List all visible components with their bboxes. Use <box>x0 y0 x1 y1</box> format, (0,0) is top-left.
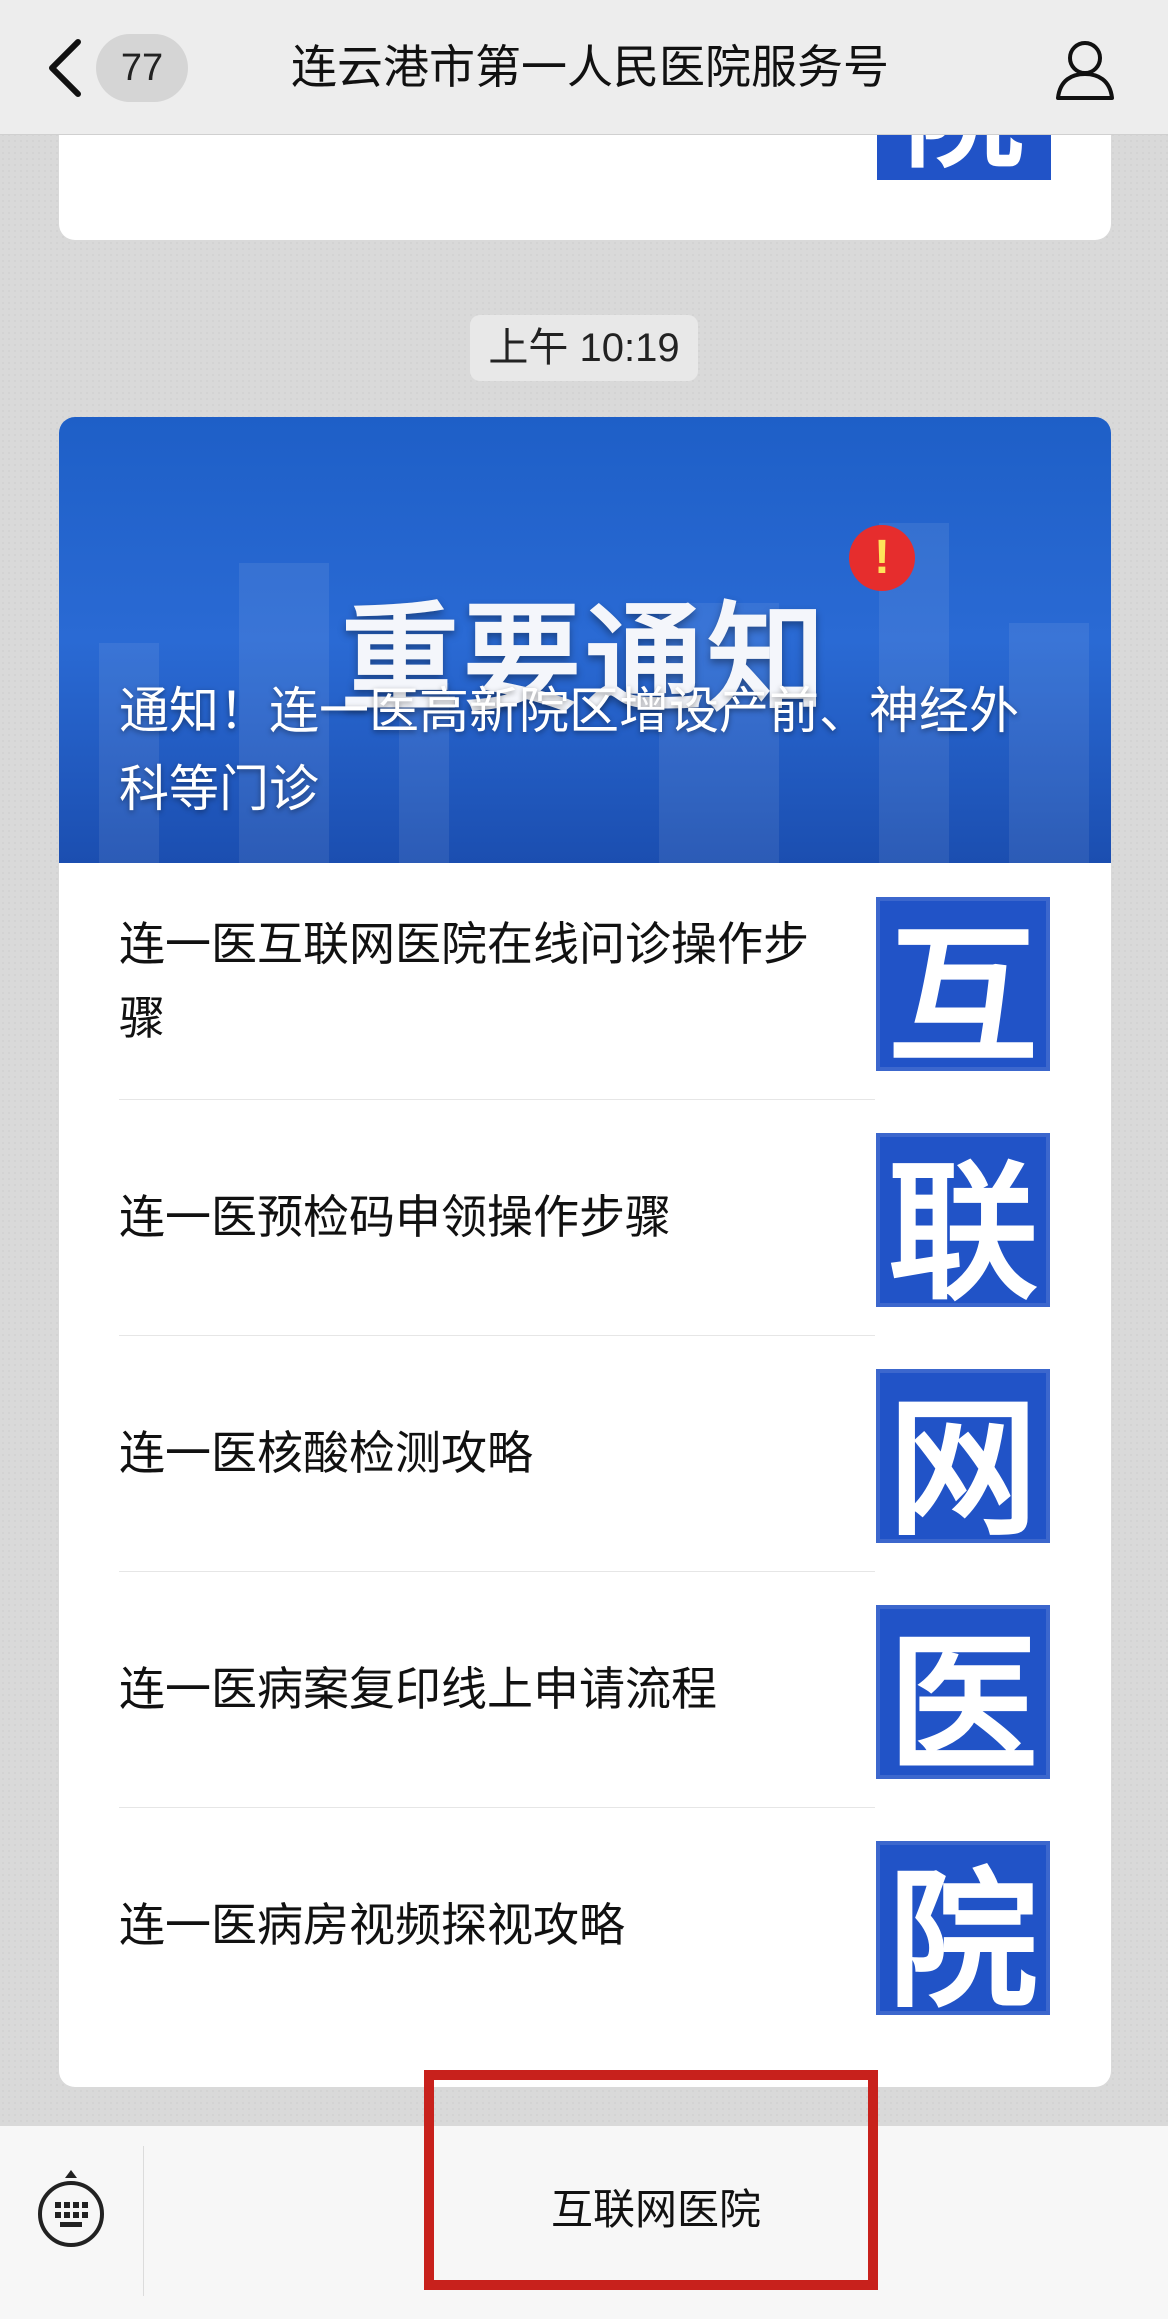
message-timestamp: 上午 10:19 <box>470 315 698 381</box>
article-thumbnail: 院 <box>876 1841 1050 2025</box>
article-item-title: 连一医互联网医院在线问诊操作步骤 <box>119 918 809 1044</box>
article-item-title: 连一医核酸检测攻略 <box>119 1427 533 1479</box>
article-card: 重要通知 ! 通知！连一医高新院区增设产前、神经外科等门诊 连一医互联网医院在线… <box>59 417 1111 2087</box>
back-chevron-icon[interactable] <box>44 36 88 100</box>
article-list-item[interactable]: 连一医病案复印线上申请流程 医 <box>59 1571 1111 1807</box>
article-cover-banner[interactable]: 重要通知 ! 通知！连一医高新院区增设产前、神经外科等门诊 <box>59 417 1111 863</box>
alert-icon: ! <box>849 525 915 591</box>
article-thumbnail: 互 <box>876 897 1050 1081</box>
article-list-item[interactable]: 连一医病房视频探视攻略 院 <box>59 1807 1111 2043</box>
article-list-item[interactable]: 连一医互联网医院在线问诊操作步骤 互 <box>59 863 1111 1099</box>
top-nav-bar: 77 连云港市第一人民医院服务号 <box>0 0 1168 135</box>
keyboard-icon[interactable] <box>36 2168 106 2248</box>
article-item-title: 连一医病案复印线上申请流程 <box>119 1663 717 1715</box>
article-list-item[interactable]: 连一医核酸检测攻略 网 <box>59 1335 1111 1571</box>
article-item-title: 连一医病房视频探视攻略 <box>119 1899 625 1951</box>
internet-hospital-menu-button[interactable]: 互联网医院 <box>144 2126 1168 2286</box>
article-thumbnail: 联 <box>876 1133 1050 1317</box>
bottom-menu-bar: 互联网医院 <box>0 2125 1168 2319</box>
profile-icon[interactable] <box>1054 38 1116 100</box>
article-headline: 通知！连一医高新院区增设产前、神经外科等门诊 <box>119 683 1019 817</box>
article-item-title: 连一医预检码申领操作步骤 <box>119 1191 671 1243</box>
article-thumbnail: 网 <box>876 1369 1050 1553</box>
page-title: 连云港市第一人民医院服务号 <box>291 41 889 93</box>
message-timestamp-row: 上午 10:19 <box>0 315 1168 381</box>
unread-count-badge[interactable]: 77 <box>96 34 188 102</box>
article-thumbnail: 医 <box>876 1605 1050 1789</box>
article-list-item[interactable]: 连一医预检码申领操作步骤 联 <box>59 1099 1111 1335</box>
